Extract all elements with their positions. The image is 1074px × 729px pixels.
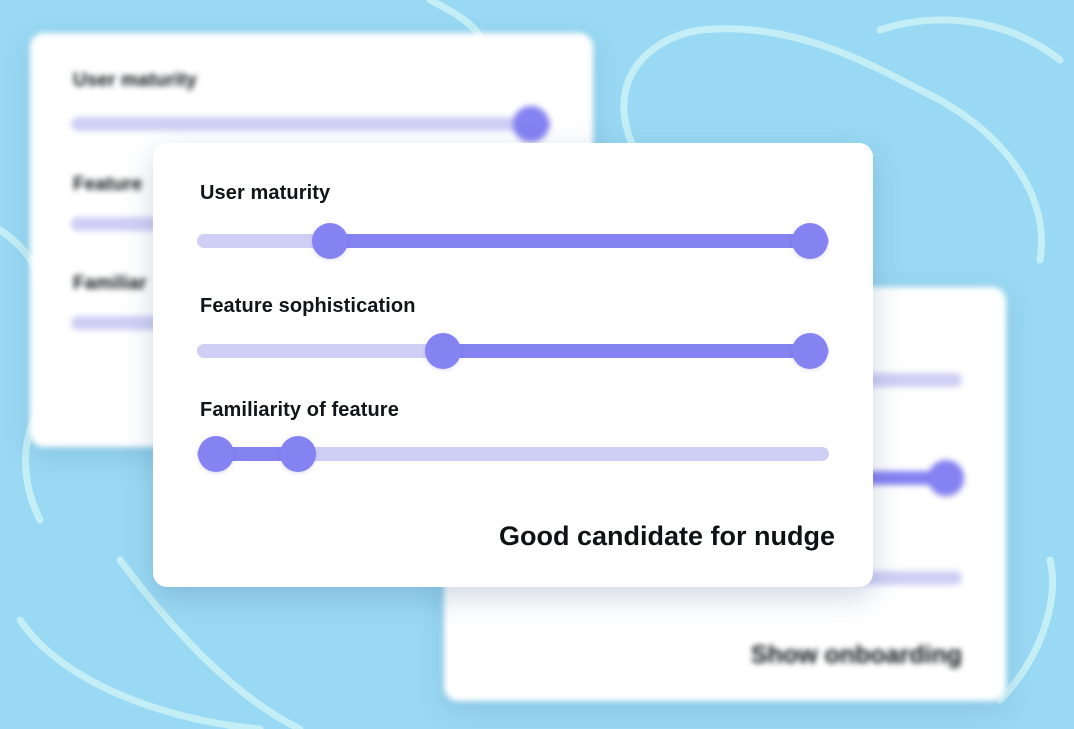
slider-user-maturity-back (71, 106, 551, 142)
slider-fill (329, 234, 811, 248)
slider-fill (443, 344, 811, 358)
slider-familiarity-of-feature[interactable] (197, 436, 829, 472)
result-good-candidate: Good candidate for nudge (499, 521, 835, 551)
slider-thumb-high[interactable] (792, 333, 829, 369)
slider-thumb-low[interactable] (425, 333, 462, 369)
slider-label-feature-sophistication: Feature sophistication (200, 295, 416, 317)
slider-thumb-high[interactable] (280, 436, 317, 472)
result-show-onboarding: Show onboarding (750, 641, 962, 669)
slider-thumb (928, 460, 964, 496)
slider-label-familiarity-of-feature: Familiarity of feature (200, 399, 399, 421)
slider-thumb (513, 106, 549, 142)
slider-thumb-high[interactable] (792, 223, 829, 259)
slider-label-user-maturity-back: User maturity (73, 70, 197, 91)
slider-user-maturity[interactable] (197, 223, 829, 259)
slider-thumb-low[interactable] (311, 223, 348, 259)
card-front: User maturity Feature sophistication Fam… (153, 143, 873, 587)
slider-label-user-maturity: User maturity (200, 182, 331, 204)
slider-label-familiarity-back: Familiar (73, 273, 147, 294)
slider-label-feature-back: Feature (73, 174, 143, 195)
slider-thumb-low[interactable] (197, 436, 234, 472)
slider-feature-sophistication[interactable] (197, 333, 829, 369)
